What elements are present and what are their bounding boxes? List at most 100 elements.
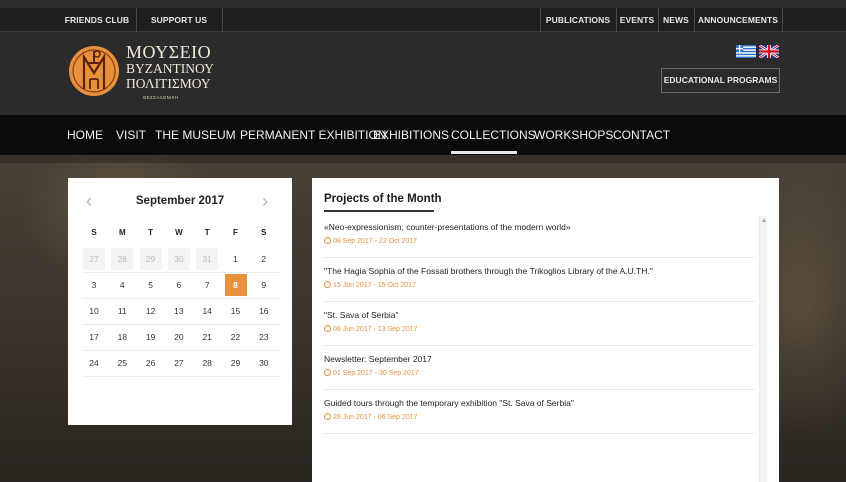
calendar-day[interactable]: 14 bbox=[196, 300, 218, 322]
item-divider bbox=[324, 301, 754, 302]
item-divider bbox=[324, 433, 754, 434]
calendar-day[interactable]: 16 bbox=[253, 300, 275, 322]
nav-active-indicator bbox=[451, 151, 517, 154]
calendar-day[interactable]: 17 bbox=[83, 326, 105, 348]
divider bbox=[222, 8, 223, 32]
calendar-day[interactable]: 26 bbox=[140, 352, 162, 374]
nav-contact[interactable]: CONTACT bbox=[613, 115, 670, 155]
calendar-day[interactable]: 1 bbox=[225, 248, 247, 270]
calendar-day[interactable]: 15 bbox=[225, 300, 247, 322]
calendar-day[interactable]: 2 bbox=[253, 248, 275, 270]
divider bbox=[540, 8, 541, 32]
calendar-day[interactable]: 28 bbox=[111, 248, 134, 270]
educational-programs-button[interactable]: EDUCATIONAL PROGRAMS bbox=[661, 68, 780, 93]
clock-icon bbox=[324, 237, 331, 244]
project-title-link[interactable]: "St. Sava of Serbia" bbox=[324, 310, 399, 320]
calendar-day[interactable]: 13 bbox=[168, 300, 190, 322]
calendar-day[interactable]: 28 bbox=[196, 352, 218, 374]
project-title-link[interactable]: "The Hagia Sophia of the Fossati brother… bbox=[324, 266, 653, 276]
publications-link[interactable]: PUBLICATIONS bbox=[542, 8, 614, 32]
main-navigation: HOME VISIT THE MUSEUM PERMANENT EXHIBITI… bbox=[0, 115, 846, 155]
calendar-day[interactable]: 20 bbox=[168, 326, 190, 348]
weekday-label: T bbox=[148, 228, 154, 237]
calendar-day[interactable]: 10 bbox=[83, 300, 105, 322]
projects-panel-title: Projects of the Month bbox=[324, 193, 442, 205]
project-date-range: 28 Jun 2017 - 06 Sep 2017 bbox=[324, 413, 417, 421]
project-title-link[interactable]: «Neo-expressionism, counter-presentation… bbox=[324, 222, 571, 232]
clock-icon bbox=[324, 325, 331, 332]
nav-workshops[interactable]: WORKSHOPS bbox=[534, 115, 613, 155]
item-divider bbox=[324, 389, 754, 390]
calendar-row-divider bbox=[82, 324, 280, 325]
weekday-label: M bbox=[118, 228, 126, 237]
project-date-text: 08 Sep 2017 - 22 Oct 2017 bbox=[333, 238, 418, 245]
news-link[interactable]: NEWS bbox=[660, 8, 692, 32]
nav-exhibitions[interactable]: EXHIBITIONS bbox=[373, 115, 449, 155]
weekday-label: S bbox=[261, 228, 267, 237]
calendar-row-divider bbox=[82, 272, 280, 273]
divider bbox=[694, 8, 695, 32]
project-title-link[interactable]: Guided tours through the temporary exhib… bbox=[324, 398, 574, 408]
project-date-text: 08 Jun 2017 - 13 Sep 2017 bbox=[333, 326, 418, 333]
calendar-day-selected[interactable]: 8 bbox=[224, 274, 247, 296]
logo-text-culture: ΠΟΛΙΤΙΣΜΟΥ bbox=[126, 76, 211, 91]
project-date-range: 08 Jun 2017 - 13 Sep 2017 bbox=[324, 325, 417, 333]
calendar-day[interactable]: 7 bbox=[196, 274, 218, 296]
calendar-day[interactable]: 30 bbox=[167, 248, 190, 270]
nav-the-museum[interactable]: THE MUSEUM bbox=[155, 115, 236, 155]
museum-logo-icon[interactable] bbox=[68, 43, 120, 99]
nav-collections[interactable]: COLLECTIONS bbox=[451, 115, 536, 155]
shadow-band bbox=[0, 155, 846, 163]
calendar-day[interactable]: 3 bbox=[83, 274, 105, 296]
weekday-label: T bbox=[204, 228, 210, 237]
calendar-day[interactable]: 9 bbox=[253, 274, 275, 296]
logo-text-byzantine: ΒΥΖΑΝΤΙΝΟΥ bbox=[126, 61, 214, 76]
project-title-link[interactable]: Newsletter: September 2017 bbox=[324, 354, 432, 364]
calendar-row-divider bbox=[82, 350, 280, 351]
calendar-day[interactable]: 11 bbox=[111, 300, 133, 322]
nav-home[interactable]: HOME bbox=[67, 115, 103, 155]
nav-permanent-exhibition[interactable]: PERMANENT EXHIBITION bbox=[240, 115, 386, 155]
events-link[interactable]: EVENTS bbox=[618, 8, 656, 32]
friends-club-link[interactable]: FRIENDS CLUB bbox=[60, 8, 134, 32]
item-divider bbox=[324, 257, 754, 258]
uk-flag-icon[interactable] bbox=[759, 45, 779, 58]
next-month-icon[interactable]: › bbox=[262, 192, 268, 210]
projects-scrollbar[interactable]: ▲ bbox=[759, 216, 767, 482]
clock-icon bbox=[324, 413, 331, 420]
calendar-day[interactable]: 23 bbox=[253, 326, 275, 348]
project-date-text: 15 Jun 2017 - 15 Oct 2017 bbox=[333, 282, 416, 289]
clock-icon bbox=[324, 281, 331, 288]
calendar-day[interactable]: 21 bbox=[196, 326, 218, 348]
nav-visit[interactable]: VISIT bbox=[116, 115, 146, 155]
calendar-day[interactable]: 24 bbox=[83, 352, 105, 374]
calendar-day[interactable]: 31 bbox=[196, 248, 219, 270]
support-us-link[interactable]: SUPPORT US bbox=[138, 8, 220, 32]
divider bbox=[658, 8, 659, 32]
calendar-month-title: September 2017 bbox=[135, 195, 225, 207]
greek-flag-icon[interactable] bbox=[736, 45, 756, 58]
logo-text-city: ΘΕΣΣΑΛΟΝΙΚΗ bbox=[143, 95, 179, 100]
calendar-day[interactable]: 29 bbox=[225, 352, 247, 374]
calendar-day[interactable]: 30 bbox=[253, 352, 275, 374]
calendar-day[interactable]: 25 bbox=[111, 352, 133, 374]
divider bbox=[616, 8, 617, 32]
calendar-day[interactable]: 27 bbox=[168, 352, 190, 374]
calendar-day[interactable]: 5 bbox=[140, 274, 162, 296]
divider bbox=[136, 8, 137, 32]
scroll-up-arrow-icon[interactable]: ▲ bbox=[761, 218, 767, 224]
calendar-day[interactable]: 4 bbox=[111, 274, 133, 296]
divider bbox=[782, 8, 783, 32]
project-date-text: 01 Sep 2017 - 30 Sep 2017 bbox=[333, 370, 419, 377]
calendar-day[interactable]: 18 bbox=[111, 326, 133, 348]
calendar-day[interactable]: 6 bbox=[168, 274, 190, 296]
calendar-day[interactable]: 12 bbox=[140, 300, 162, 322]
calendar-day[interactable]: 27 bbox=[83, 248, 105, 270]
calendar-day[interactable]: 22 bbox=[225, 326, 247, 348]
announcements-link[interactable]: ANNOUNCEMENTS bbox=[696, 8, 780, 32]
calendar-day[interactable]: 29 bbox=[139, 248, 162, 270]
project-date-range: 01 Sep 2017 - 30 Sep 2017 bbox=[324, 369, 419, 377]
calendar-day[interactable]: 19 bbox=[140, 326, 162, 348]
weekday-label: F bbox=[233, 228, 238, 237]
project-date-range: 08 Sep 2017 - 22 Oct 2017 bbox=[324, 237, 417, 245]
